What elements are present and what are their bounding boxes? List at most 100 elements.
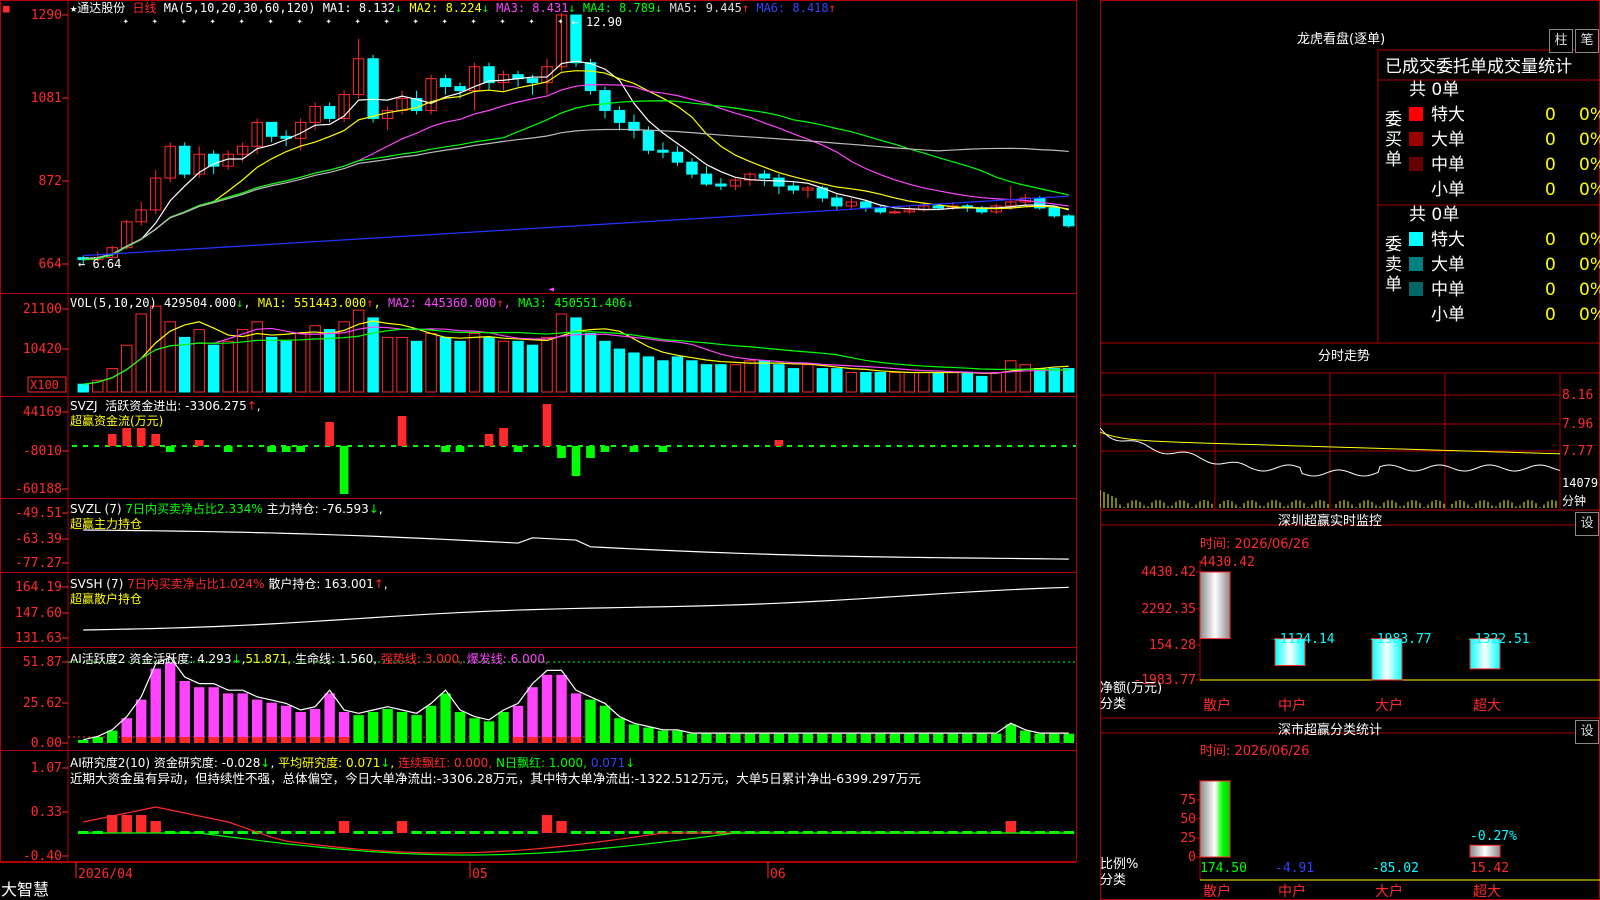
- activity-bar: [657, 730, 669, 743]
- volume-bar: [860, 372, 872, 393]
- classify-settings-button[interactable]: 设: [1575, 720, 1599, 744]
- research-bar: [643, 831, 654, 834]
- date-label: 06: [770, 867, 786, 882]
- activity-bar: [585, 699, 596, 743]
- classify-y-unit: 比例%: [1100, 857, 1139, 872]
- svzl-tick-label: -49.51: [15, 506, 62, 521]
- star-marker: ✦: [152, 16, 158, 27]
- row-name: 小单: [1431, 305, 1465, 325]
- research-bar: [150, 821, 161, 833]
- activity-base: [556, 737, 567, 743]
- activity-bar: [498, 712, 509, 743]
- activity-bar: [411, 715, 422, 743]
- activity-bar: [918, 733, 930, 743]
- svsh-tick-label: 131.63: [15, 631, 62, 646]
- monitor-category-label: 散户: [1203, 697, 1231, 714]
- row-count: 0: [1545, 155, 1556, 175]
- activity-base: [541, 737, 553, 743]
- flow-bar: [339, 446, 349, 494]
- activity-base: [280, 737, 292, 743]
- monitor-settings-button[interactable]: 设: [1575, 512, 1599, 536]
- activity-base: [251, 737, 263, 743]
- row-count: 0: [1545, 255, 1556, 275]
- activity-bar: [889, 733, 901, 743]
- candle: [454, 86, 466, 92]
- svzl-line: [83, 529, 1069, 560]
- candle: [860, 201, 872, 209]
- ai1-tick-label: 51.87: [23, 655, 62, 670]
- volume-bar: [918, 372, 930, 393]
- activity-bar: [367, 712, 379, 743]
- classify-category-label: 中户: [1278, 883, 1306, 900]
- research-bar: [628, 831, 640, 834]
- stock-name[interactable]: 通达股份: [77, 1, 125, 15]
- star-marker: ✦: [268, 16, 274, 27]
- activity-bar: [875, 733, 886, 743]
- volume-bar: [555, 313, 568, 393]
- ai1-header: AI活跃度2 资金活跃度: 4.293↓,51.871, 生命线: 1.560,…: [70, 652, 549, 666]
- volume-bar: [903, 372, 916, 393]
- research-bar: [367, 831, 379, 834]
- intraday-vol-unit: 分钟: [1562, 493, 1586, 508]
- volume-bar: [178, 336, 191, 393]
- volume-bar: [1048, 368, 1060, 393]
- activity-bar: [860, 733, 872, 743]
- ai2-green-line: [83, 832, 1069, 856]
- activity-bar: [1063, 733, 1074, 743]
- candle: [367, 58, 379, 119]
- activity-bar: [788, 733, 799, 743]
- monitor-value-label: -1124.14: [1272, 632, 1335, 647]
- ai1-tick-label: 0.00: [31, 736, 62, 751]
- activity-bar: [164, 662, 176, 743]
- volume-bar: [947, 372, 959, 393]
- flow-bar: [542, 404, 552, 446]
- ma3-line: [83, 84, 1069, 261]
- dragon-title: 龙虎看盘(逐单): [1297, 32, 1386, 47]
- research-bar: [353, 831, 364, 834]
- ma6-text: MA6: 8.418↑: [756, 1, 836, 15]
- activity-bar: [237, 693, 248, 743]
- vol-unit-label: X100: [30, 378, 59, 392]
- price-tick-label: 1081: [31, 91, 62, 106]
- research-bar: [440, 831, 451, 834]
- activity-bar: [193, 687, 205, 743]
- column-view-button[interactable]: 柱: [1549, 29, 1573, 53]
- classify-bar: [1469, 844, 1501, 858]
- candle: [657, 149, 669, 153]
- swatch: [1409, 282, 1423, 296]
- star-marker: ✦: [297, 16, 303, 27]
- activity-bar: [396, 712, 408, 743]
- activity-bar: [831, 733, 843, 743]
- swatch: [1409, 107, 1423, 121]
- svzj-tick-label: -8010: [23, 444, 62, 459]
- sell-row-0: 特大 0 0%: [1409, 230, 1600, 252]
- monitor-tick-label: 154.28: [1149, 638, 1196, 653]
- classify-category-label: 超大: [1473, 884, 1501, 900]
- row-count: 0: [1545, 305, 1556, 325]
- volume-bar: [961, 372, 974, 393]
- star-marker: ✦: [471, 16, 477, 27]
- flow-bar: [122, 428, 132, 446]
- candle: [874, 207, 887, 213]
- activity-bar: [701, 733, 712, 743]
- star-marker: ✦: [413, 16, 419, 27]
- volume-bar: [686, 360, 698, 393]
- volume-bar: [381, 336, 394, 393]
- high-price-label: ← 12.90: [572, 15, 623, 29]
- research-bar: [425, 831, 437, 834]
- low-price-label: ← 6.64: [78, 257, 121, 271]
- flow-bar: [325, 422, 334, 446]
- row-count: 0: [1545, 105, 1556, 125]
- monitor-bar: [1199, 571, 1231, 640]
- row-pct: 0%: [1579, 305, 1600, 325]
- monitor-tick-label: 4430.42: [1141, 565, 1196, 580]
- tick-view-button[interactable]: 笔: [1575, 29, 1599, 53]
- candle: [773, 177, 785, 187]
- volume-bar: [367, 317, 379, 393]
- activity-base: [338, 737, 350, 743]
- flow-bar: [165, 446, 175, 452]
- volume-bar: [1034, 368, 1046, 393]
- candle: [787, 185, 800, 191]
- period-label[interactable]: 日线: [132, 1, 156, 15]
- volume-bar: [584, 333, 597, 393]
